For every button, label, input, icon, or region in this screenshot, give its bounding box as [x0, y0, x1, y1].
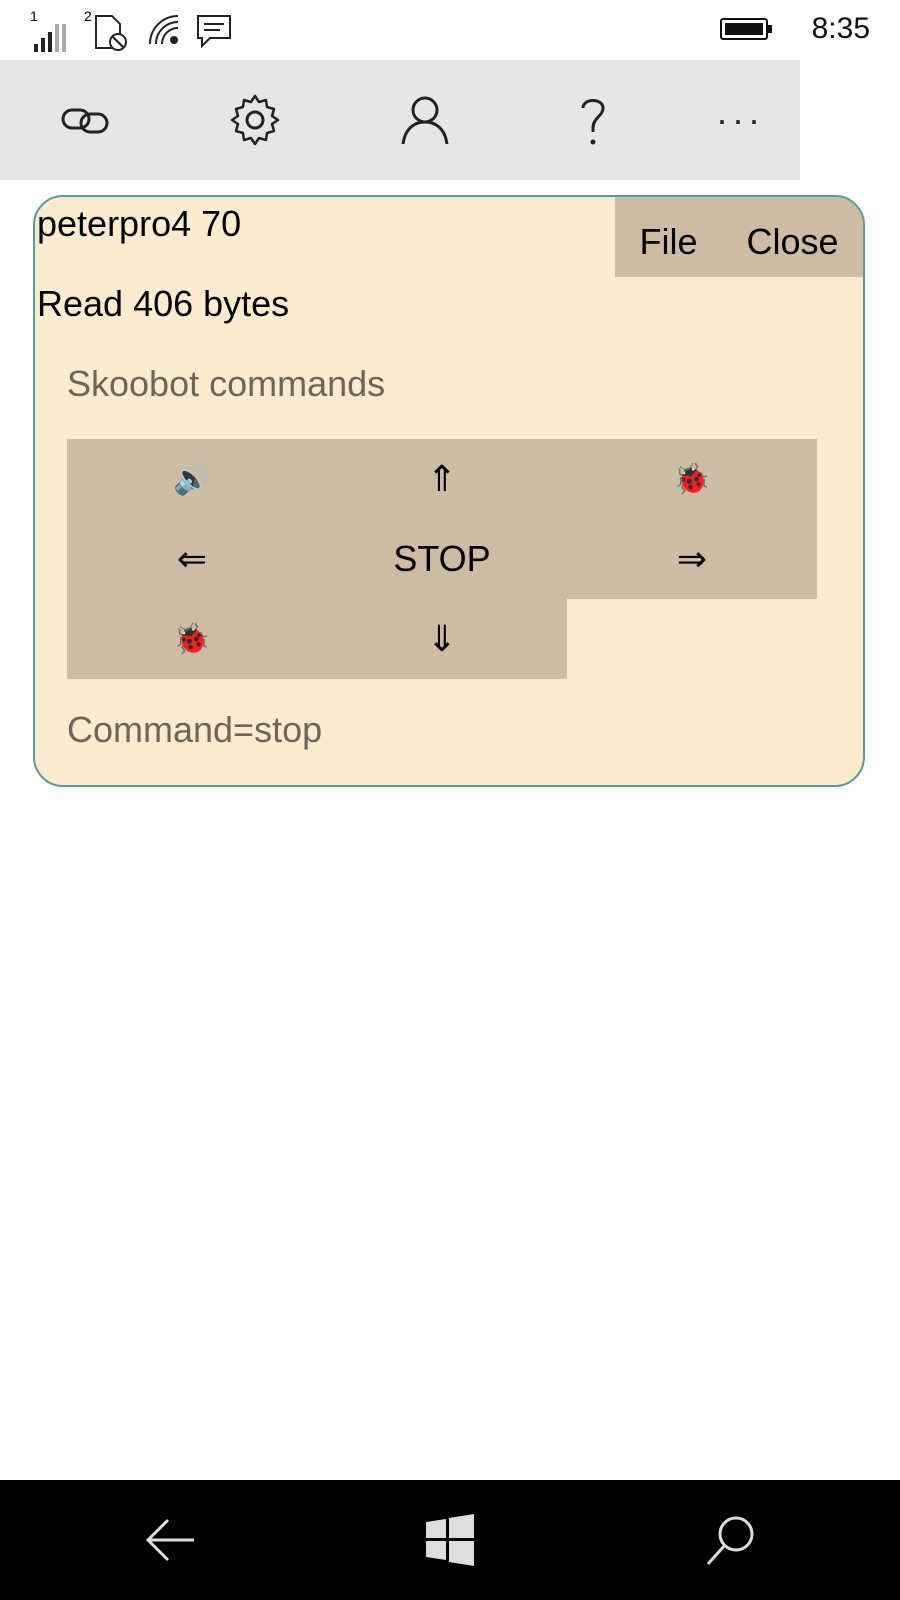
back-button[interactable] — [138, 1508, 202, 1572]
device-title: peterpro4 70 — [37, 203, 242, 244]
account-button[interactable] — [390, 88, 460, 152]
back-arrow-icon — [145, 1518, 194, 1562]
settings-button[interactable] — [220, 88, 290, 152]
search-icon — [706, 1516, 754, 1566]
more-button[interactable]: ··· — [705, 88, 775, 152]
person-icon — [401, 96, 449, 145]
down-arrow-icon: ⇓ — [426, 618, 458, 659]
navigation-bar — [0, 1480, 900, 1600]
backward-button[interactable]: ⇓ — [317, 599, 567, 679]
clock: 8:35 — [811, 12, 870, 45]
bug-right-button[interactable]: 🐞 — [567, 439, 817, 519]
gear-icon — [230, 94, 280, 146]
stop-button[interactable]: STOP — [317, 519, 567, 599]
search-button[interactable] — [698, 1508, 762, 1572]
section-label: Skoobot commands — [67, 363, 386, 404]
bug-left-button[interactable]: 🐞 — [67, 599, 317, 679]
battery-icon — [720, 18, 772, 40]
file-button[interactable]: File — [639, 221, 697, 263]
right-arrow-icon: ⇒ — [676, 538, 708, 579]
up-arrow-icon: ⇑ — [426, 458, 458, 499]
left-button[interactable]: ⇐ — [67, 519, 317, 599]
command-pad: 🔊 ⇑ 🐞 ⇐ STOP ⇒ 🐞 ⇓ — [67, 439, 817, 679]
close-button[interactable]: Close — [746, 221, 838, 263]
bug-icon: 🐞 — [673, 462, 711, 496]
message-icon — [196, 14, 232, 48]
status-bar: 1 2 8:35 — [0, 0, 900, 60]
signal-sim1-icon: 1 — [30, 8, 66, 52]
sim1-label: 1 — [30, 8, 38, 24]
read-status: Read 406 bytes — [37, 283, 290, 324]
sim2-status-icon: 2 — [84, 8, 130, 52]
forward-button[interactable]: ⇑ — [317, 439, 567, 519]
windows-icon — [426, 1514, 474, 1566]
start-button[interactable] — [418, 1508, 482, 1572]
card-menu: File Close — [615, 197, 863, 277]
command-status: Command=stop — [67, 709, 323, 750]
help-button[interactable] — [558, 88, 628, 152]
right-button[interactable]: ⇒ — [567, 519, 817, 599]
stop-label: STOP — [393, 538, 491, 579]
app-command-bar: ··· — [0, 60, 800, 180]
speaker-icon: 🔊 — [173, 462, 211, 496]
left-arrow-icon: ⇐ — [176, 538, 208, 579]
sim2-label: 2 — [84, 8, 92, 24]
help-icon — [581, 99, 605, 145]
sound-button[interactable]: 🔊 — [67, 439, 317, 519]
link-button[interactable] — [50, 88, 120, 152]
wifi-icon — [146, 12, 182, 48]
more-icon: ··· — [716, 99, 764, 140]
device-card: peterpro4 70 File Close Read 406 bytes S… — [33, 195, 865, 787]
bug-icon: 🐞 — [173, 622, 211, 656]
link-icon — [61, 108, 109, 134]
